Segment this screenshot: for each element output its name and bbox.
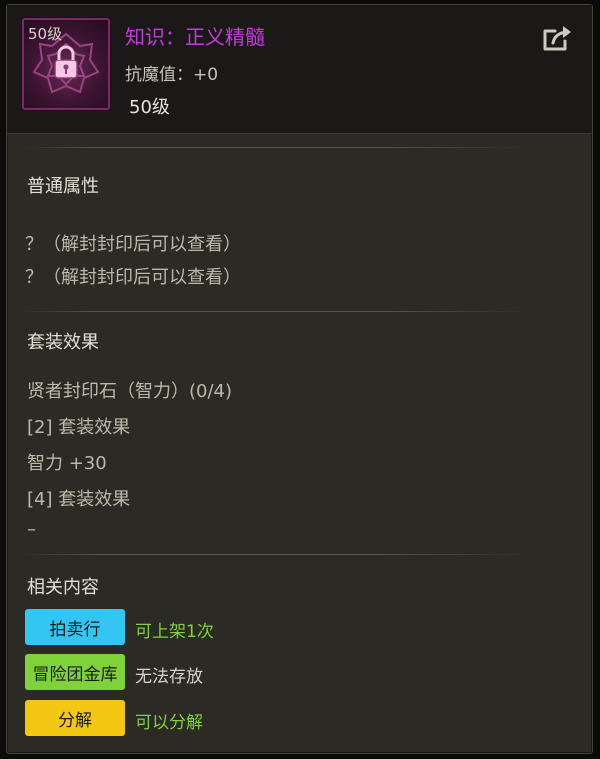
item-title: 知识：正义精髓: [125, 25, 265, 49]
basic-attributes-title: 普通属性: [27, 176, 99, 197]
divider: [21, 554, 532, 555]
related-content-title: 相关内容: [27, 577, 99, 598]
auction-house-button[interactable]: 拍卖行: [25, 609, 125, 645]
disassemble-button[interactable]: 分解: [25, 700, 125, 736]
icon-level-label: 50级: [28, 25, 63, 43]
item-stat: 抗魔值：+0: [125, 65, 219, 85]
basic-attribute-line: ？（解封封印后可以查看）: [25, 267, 241, 288]
share-export-icon: [543, 26, 571, 51]
item-tooltip-panel: 50级 知识：正义精髓 抗魔值：+0 50级 普通属性 ？（解封封印后可以查看）…: [6, 4, 593, 754]
set-effect-line: –: [27, 519, 36, 540]
disassemble-button-label: 分解: [58, 710, 92, 731]
set-effect-line: [2] 套装效果: [27, 417, 131, 438]
share-button[interactable]: [541, 23, 575, 53]
item-header: 50级 知识：正义精髓 抗魔值：+0 50级: [7, 5, 592, 134]
disassemble-note: 可以分解: [135, 713, 203, 733]
set-effect-line: [4] 套装效果: [27, 489, 131, 510]
adventure-vault-button-label: 冒险团金库: [32, 664, 118, 685]
set-effect-line: 智力 +30: [27, 453, 107, 474]
adventure-vault-note: 无法存放: [135, 667, 203, 687]
set-name-line: 贤者封印石（智力）(0/4): [27, 381, 233, 402]
basic-attribute-line: ？（解封封印后可以查看）: [25, 234, 241, 255]
divider: [21, 311, 532, 312]
item-icon: 50级: [22, 18, 110, 110]
divider: [21, 147, 532, 148]
adventure-vault-button[interactable]: 冒险团金库: [25, 654, 125, 690]
item-level: 50级: [129, 97, 170, 118]
set-effect-title: 套装效果: [27, 332, 99, 353]
auction-house-note: 可上架1次: [135, 622, 214, 642]
auction-house-button-label: 拍卖行: [49, 619, 101, 640]
